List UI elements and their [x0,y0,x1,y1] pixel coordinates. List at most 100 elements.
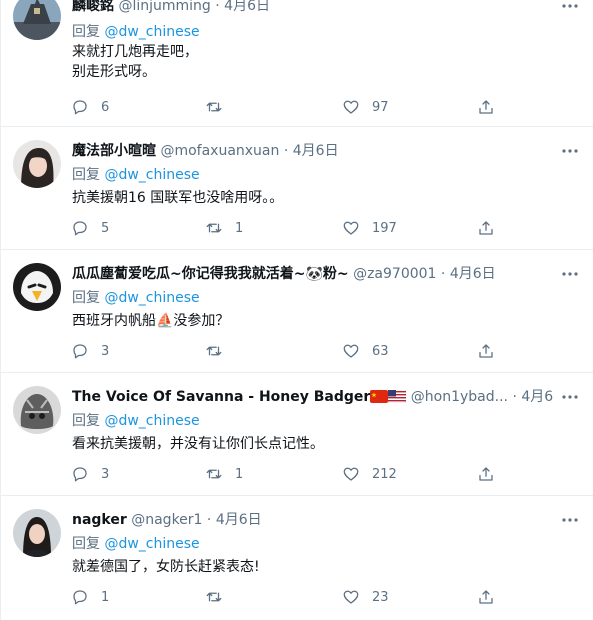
tweet-date[interactable]: 4月6日 [521,389,554,405]
action-bar: 3 1 212 [63,464,493,484]
tweet[interactable]: nagker @nagker1 · 4月6日 回复 @dw_chinese 就差… [1,496,593,620]
mention-link[interactable]: @dw_chinese [104,413,199,429]
mention-link[interactable]: @dw_chinese [104,536,199,552]
reply-button[interactable]: 3 [71,341,109,361]
tweet-header: 麟峻銘 @linjumming · 4月6日 [72,0,554,16]
tweet-text: 来就打几炮再走吧， 别走形式呀。 [72,44,198,80]
retweet-arrows-icon [206,223,222,233]
retweet-count: 1 [235,220,244,236]
reply-count: 3 [101,343,110,359]
reply-bubble-icon [73,590,87,605]
reply-bubble-icon [73,467,87,482]
more-options-button[interactable] [560,510,580,530]
replying-to: 回复 @dw_chinese [72,22,200,42]
like-button[interactable]: 212 [342,464,397,484]
tweet-header: 瓜瓜塵蔔爱吃瓜~你记得我我就活着~🐼粉~ @za970001 · 4月6日 [72,264,554,284]
more-options-button[interactable] [560,0,580,16]
share-button[interactable] [477,587,495,607]
avatar-image [13,509,61,557]
separator-dot: · [283,143,289,159]
like-button[interactable]: 23 [342,587,389,607]
avatar-image [13,140,61,188]
user-handle[interactable]: @linjumming [118,0,210,14]
avatar[interactable] [13,0,61,40]
reply-prefix: 回复 [72,24,100,40]
like-button[interactable]: 197 [342,218,397,238]
display-name[interactable]: 瓜瓜塵蔔爱吃瓜~你记得我我就活着~🐼粉~ [72,266,349,282]
more-options-button[interactable] [560,387,580,407]
like-button[interactable]: 63 [342,341,389,361]
tweet-date[interactable]: 4月6日 [450,266,496,282]
tweet-date[interactable]: 4月6日 [216,512,262,528]
user-handle[interactable]: @hon1ybad... [411,389,508,405]
more-dots-icon [562,4,578,8]
share-button[interactable] [477,341,495,361]
reply-button[interactable]: 1 [71,587,109,607]
reply-bubble-icon [73,221,87,236]
tweet-date[interactable]: 4月6日 [224,0,270,14]
share-button[interactable] [477,464,495,484]
avatar-image [13,263,61,311]
reply-prefix: 回复 [72,413,100,429]
avatar[interactable] [13,263,61,311]
share-button[interactable] [477,218,495,238]
tweet[interactable]: 瓜瓜塵蔔爱吃瓜~你记得我我就活着~🐼粉~ @za970001 · 4月6日 回复… [1,250,593,373]
mention-link[interactable]: @dw_chinese [104,290,199,306]
user-handle[interactable]: @za970001 [353,266,436,282]
retweet-button[interactable]: 1 [205,464,243,484]
share-button[interactable] [477,97,495,117]
user-handle[interactable]: @mofaxuanxuan [160,143,279,159]
retweet-arrows-icon [206,469,222,479]
tweet-text: 就差德国了，女防长赶紧表态! [72,559,260,575]
separator-dot: · [440,266,446,282]
avatar[interactable] [13,509,61,557]
display-name[interactable]: 麟峻銘 [72,0,114,14]
avatar-image [13,0,61,40]
share-upload-icon [479,100,493,114]
tweet[interactable]: The Voice Of Savanna - Honey Badger @hon… [1,373,593,496]
avatar[interactable] [13,140,61,188]
display-name[interactable]: nagker [72,512,127,528]
more-dots-icon [562,518,578,522]
replying-to: 回复 @dw_chinese [72,165,200,185]
more-options-button[interactable] [560,141,580,161]
flag-china-icon [370,390,389,403]
user-handle[interactable]: @nagker1 [131,512,202,528]
like-count: 63 [372,343,389,359]
separator-dot: · [512,389,517,405]
flag-usa-icon [388,390,407,403]
heart-icon [343,467,359,481]
share-upload-icon [479,344,493,358]
reply-button[interactable]: 3 [71,464,109,484]
reply-count: 3 [101,466,110,482]
retweet-button[interactable]: 1 [205,218,243,238]
share-upload-icon [479,467,493,481]
like-button[interactable]: 97 [342,97,389,117]
tweet[interactable]: 魔法部小暄暄 @mofaxuanxuan · 4月6日 回复 @dw_chine… [1,127,593,250]
retweet-arrows-icon [206,346,222,356]
tweet[interactable]: 麟峻銘 @linjumming · 4月6日 回复 @dw_chinese 来就… [1,0,593,127]
display-name[interactable]: The Voice Of Savanna - Honey Badger [72,389,370,405]
more-options-button[interactable] [560,264,580,284]
avatar-image [13,386,61,434]
mention-link[interactable]: @dw_chinese [104,167,199,183]
mention-link[interactable]: @dw_chinese [104,24,199,40]
tweet-date[interactable]: 4月6日 [293,143,339,159]
heart-icon [343,100,359,114]
retweet-button[interactable] [205,341,235,361]
display-name[interactable]: 魔法部小暄暄 [72,143,156,159]
retweet-button[interactable] [205,587,235,607]
retweet-count: 1 [235,466,244,482]
reply-bubble-icon [73,100,87,115]
more-dots-icon [562,272,578,276]
action-bar: 6 97 [63,97,493,117]
replying-to: 回复 @dw_chinese [72,288,200,308]
reply-prefix: 回复 [72,167,100,183]
more-dots-icon [562,149,578,153]
retweet-button[interactable] [205,97,235,117]
replying-to: 回复 @dw_chinese [72,411,200,431]
tweet-text: 西班牙内帆船⛵没参加？ [72,313,230,329]
reply-button[interactable]: 5 [71,218,109,238]
reply-button[interactable]: 6 [71,97,109,117]
avatar[interactable] [13,386,61,434]
